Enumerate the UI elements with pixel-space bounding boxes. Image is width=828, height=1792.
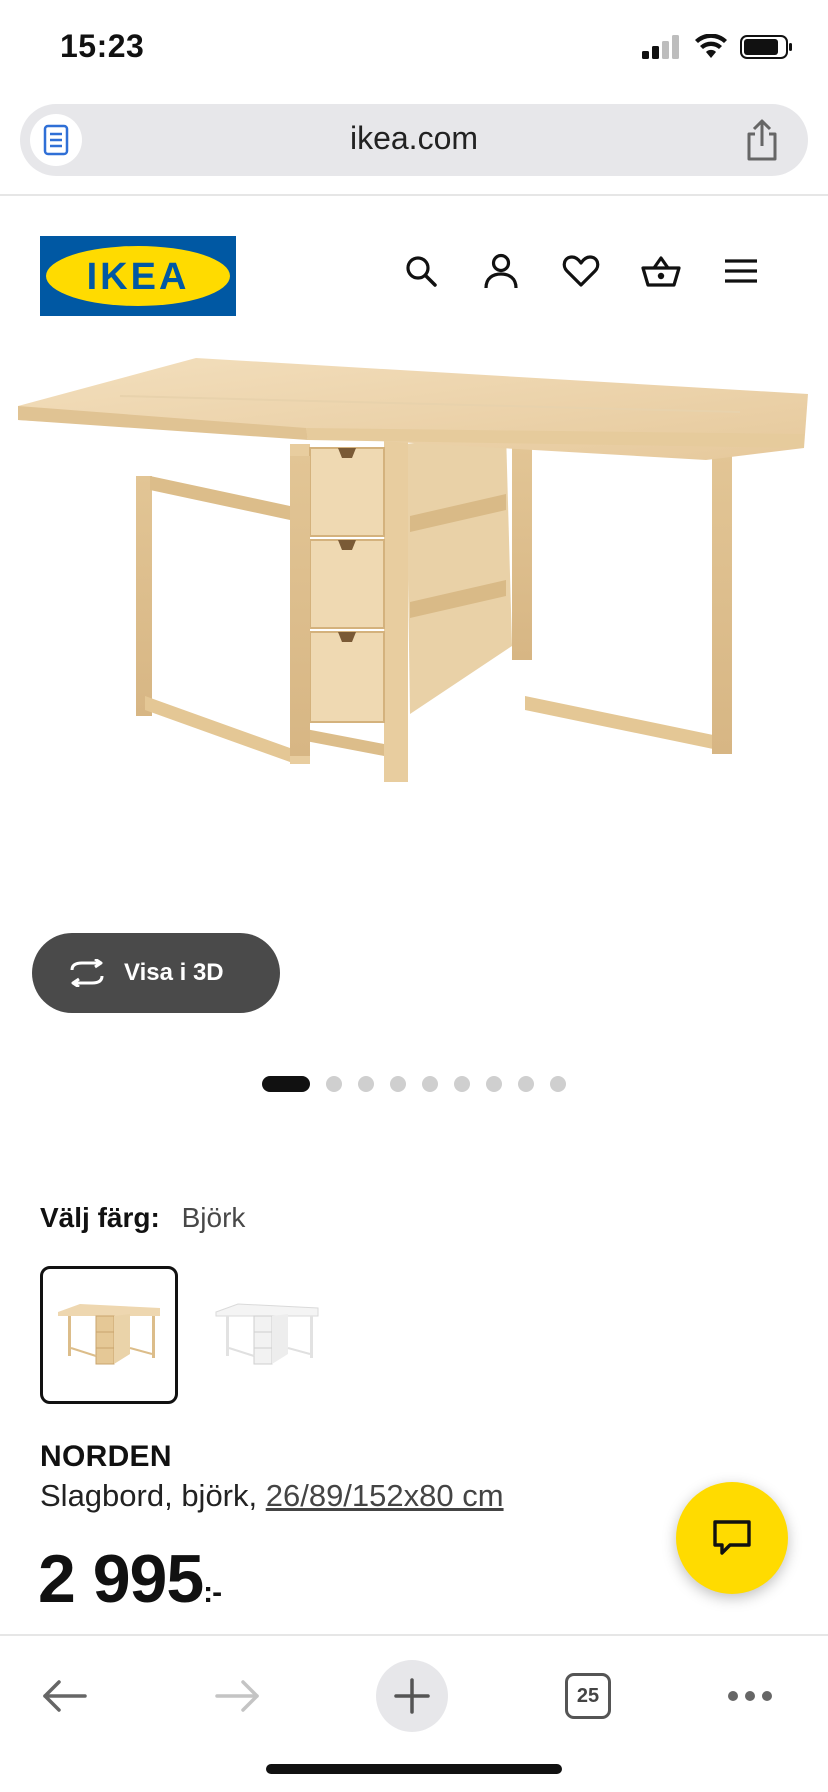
address-bar[interactable]: ikea.com — [20, 104, 808, 176]
more-button[interactable] — [712, 1658, 788, 1734]
chat-icon — [713, 1520, 751, 1555]
url-text[interactable]: ikea.com — [20, 120, 808, 157]
share-button[interactable] — [742, 118, 782, 162]
home-indicator — [266, 1764, 562, 1774]
cellular-signal-icon — [642, 35, 679, 59]
gallery-pagination — [262, 1076, 566, 1092]
product-description: Slagbord, björk, 26/89/152x80 cm — [40, 1478, 504, 1514]
forward-arrow-icon — [215, 1680, 259, 1712]
cart-basket-icon — [641, 256, 681, 287]
chat-button[interactable] — [676, 1482, 788, 1594]
view-in-3d-button[interactable]: Visa i 3D — [32, 933, 280, 1013]
color-label: Välj färg: — [40, 1202, 160, 1233]
back-button[interactable] — [26, 1658, 102, 1734]
account-button[interactable] — [480, 250, 522, 292]
price-suffix: :- — [203, 1576, 222, 1609]
color-swatch-birch[interactable] — [40, 1266, 178, 1404]
tabs-icon: 25 — [565, 1673, 611, 1719]
view-in-3d-label: Visa i 3D — [124, 959, 224, 986]
gallery-dot[interactable] — [422, 1076, 438, 1092]
wifi-icon — [695, 34, 727, 58]
gallery-dot-active[interactable] — [262, 1076, 310, 1092]
price-amount: 2 995 — [38, 1541, 204, 1617]
new-tab-plus-icon — [394, 1678, 430, 1714]
gallery-dot[interactable] — [390, 1076, 406, 1092]
account-icon — [484, 253, 518, 289]
gateleg-table-illustration — [18, 358, 808, 782]
search-button[interactable] — [400, 250, 442, 292]
product-dimensions-link[interactable]: 26/89/152x80 cm — [266, 1478, 504, 1513]
gallery-dot[interactable] — [518, 1076, 534, 1092]
menu-button[interactable] — [720, 250, 762, 292]
gallery-dot[interactable] — [486, 1076, 502, 1092]
back-arrow-icon — [43, 1680, 87, 1712]
product-name: NORDEN — [40, 1440, 172, 1473]
svg-text:IKEA: IKEA — [87, 256, 190, 298]
status-icons — [642, 34, 794, 60]
status-bar: 15:23 — [0, 0, 828, 100]
birch-table-thumbnail — [58, 1304, 160, 1365]
product-description-text: Slagbord, björk, — [40, 1478, 266, 1513]
gallery-dot[interactable] — [550, 1076, 566, 1092]
share-icon — [747, 119, 777, 161]
gallery-dot[interactable] — [326, 1076, 342, 1092]
status-time: 15:23 — [60, 28, 145, 64]
wishlist-button[interactable] — [560, 250, 602, 292]
color-value: Björk — [181, 1202, 246, 1233]
more-icon — [728, 1691, 772, 1701]
new-tab-button[interactable] — [376, 1660, 448, 1732]
color-swatch-white[interactable] — [198, 1266, 336, 1404]
rotate-3d-icon — [70, 959, 104, 987]
forward-button[interactable] — [200, 1658, 276, 1734]
menu-icon — [725, 259, 757, 283]
header-nav-icons — [400, 250, 762, 292]
product-price: 2 995:- — [38, 1540, 222, 1618]
wishlist-heart-icon — [562, 255, 600, 287]
ikea-logo[interactable]: IKEA — [40, 236, 236, 316]
gallery-dot[interactable] — [358, 1076, 374, 1092]
site-header: IKEA — [0, 196, 828, 336]
gallery-dot[interactable] — [454, 1076, 470, 1092]
ikea-logo-mark: IKEA — [40, 236, 236, 316]
browser-address-area: ikea.com — [0, 100, 828, 196]
search-icon — [406, 256, 437, 287]
cart-button[interactable] — [640, 250, 682, 292]
white-table-thumbnail — [215, 1303, 319, 1365]
product-image[interactable] — [0, 336, 828, 936]
tabs-button[interactable]: 25 — [550, 1658, 626, 1734]
battery-icon — [740, 35, 792, 59]
color-selector-heading: Välj färg: Björk — [40, 1202, 245, 1234]
